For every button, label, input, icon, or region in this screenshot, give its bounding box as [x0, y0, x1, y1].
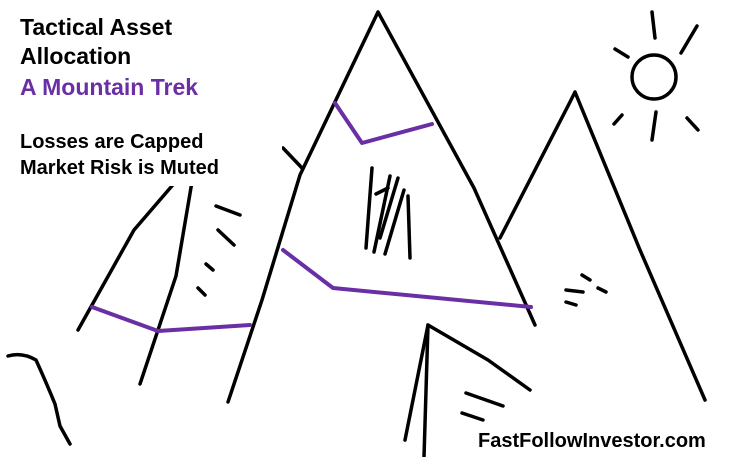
brand-text: FastFollowInvestor.com	[478, 430, 706, 452]
brand-label: FastFollowInvestor.com	[468, 422, 745, 457]
trek-line-lower	[90, 305, 252, 333]
right-mountain	[498, 90, 707, 402]
subtitle: A Mountain Trek	[20, 74, 199, 100]
trek-line-upper	[333, 101, 434, 145]
trek-line-middle	[281, 248, 533, 309]
left-mountain	[76, 156, 198, 386]
title-line-1: Tactical Asset	[20, 14, 173, 40]
title-block: Tactical Asset Allocation A Mountain Tre…	[0, 0, 282, 186]
point-losses-capped: Losses are Capped	[20, 131, 204, 153]
sun	[630, 53, 678, 101]
ground-line	[6, 352, 72, 446]
point-risk-muted: Market Risk is Muted	[20, 157, 219, 179]
title-line-2: Allocation	[20, 43, 132, 69]
